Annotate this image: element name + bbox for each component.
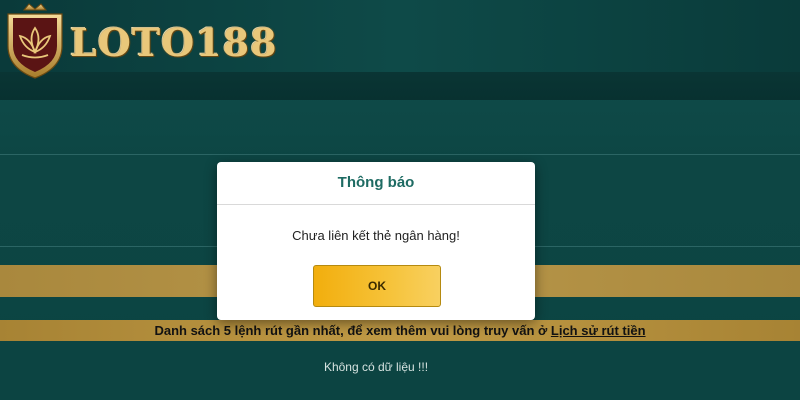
dialog-message: Chưa liên kết thẻ ngân hàng! — [292, 228, 460, 243]
site-header: LOTO188 — [0, 0, 800, 100]
divider — [0, 154, 800, 155]
brand-name: LOTO188 — [70, 20, 278, 65]
notification-dialog: Thông báo Chưa liên kết thẻ ngân hàng! O… — [217, 162, 535, 320]
withdraw-history-link[interactable]: Lịch sử rút tiền — [551, 323, 646, 338]
dialog-header: Thông báo — [217, 162, 535, 205]
withdraw-history-notice: Danh sách 5 lệnh rút gần nhất, để xem th… — [0, 320, 800, 341]
notice-text: Danh sách 5 lệnh rút gần nhất, để xem th… — [154, 323, 551, 338]
lotus-crest-icon — [7, 3, 63, 79]
dialog-title: Thông báo — [337, 174, 415, 191]
site-logo[interactable]: LOTO188 — [2, 0, 277, 80]
ok-button[interactable]: OK — [313, 265, 441, 307]
empty-state-text: Không có dữ liệu !!! — [323, 360, 429, 374]
